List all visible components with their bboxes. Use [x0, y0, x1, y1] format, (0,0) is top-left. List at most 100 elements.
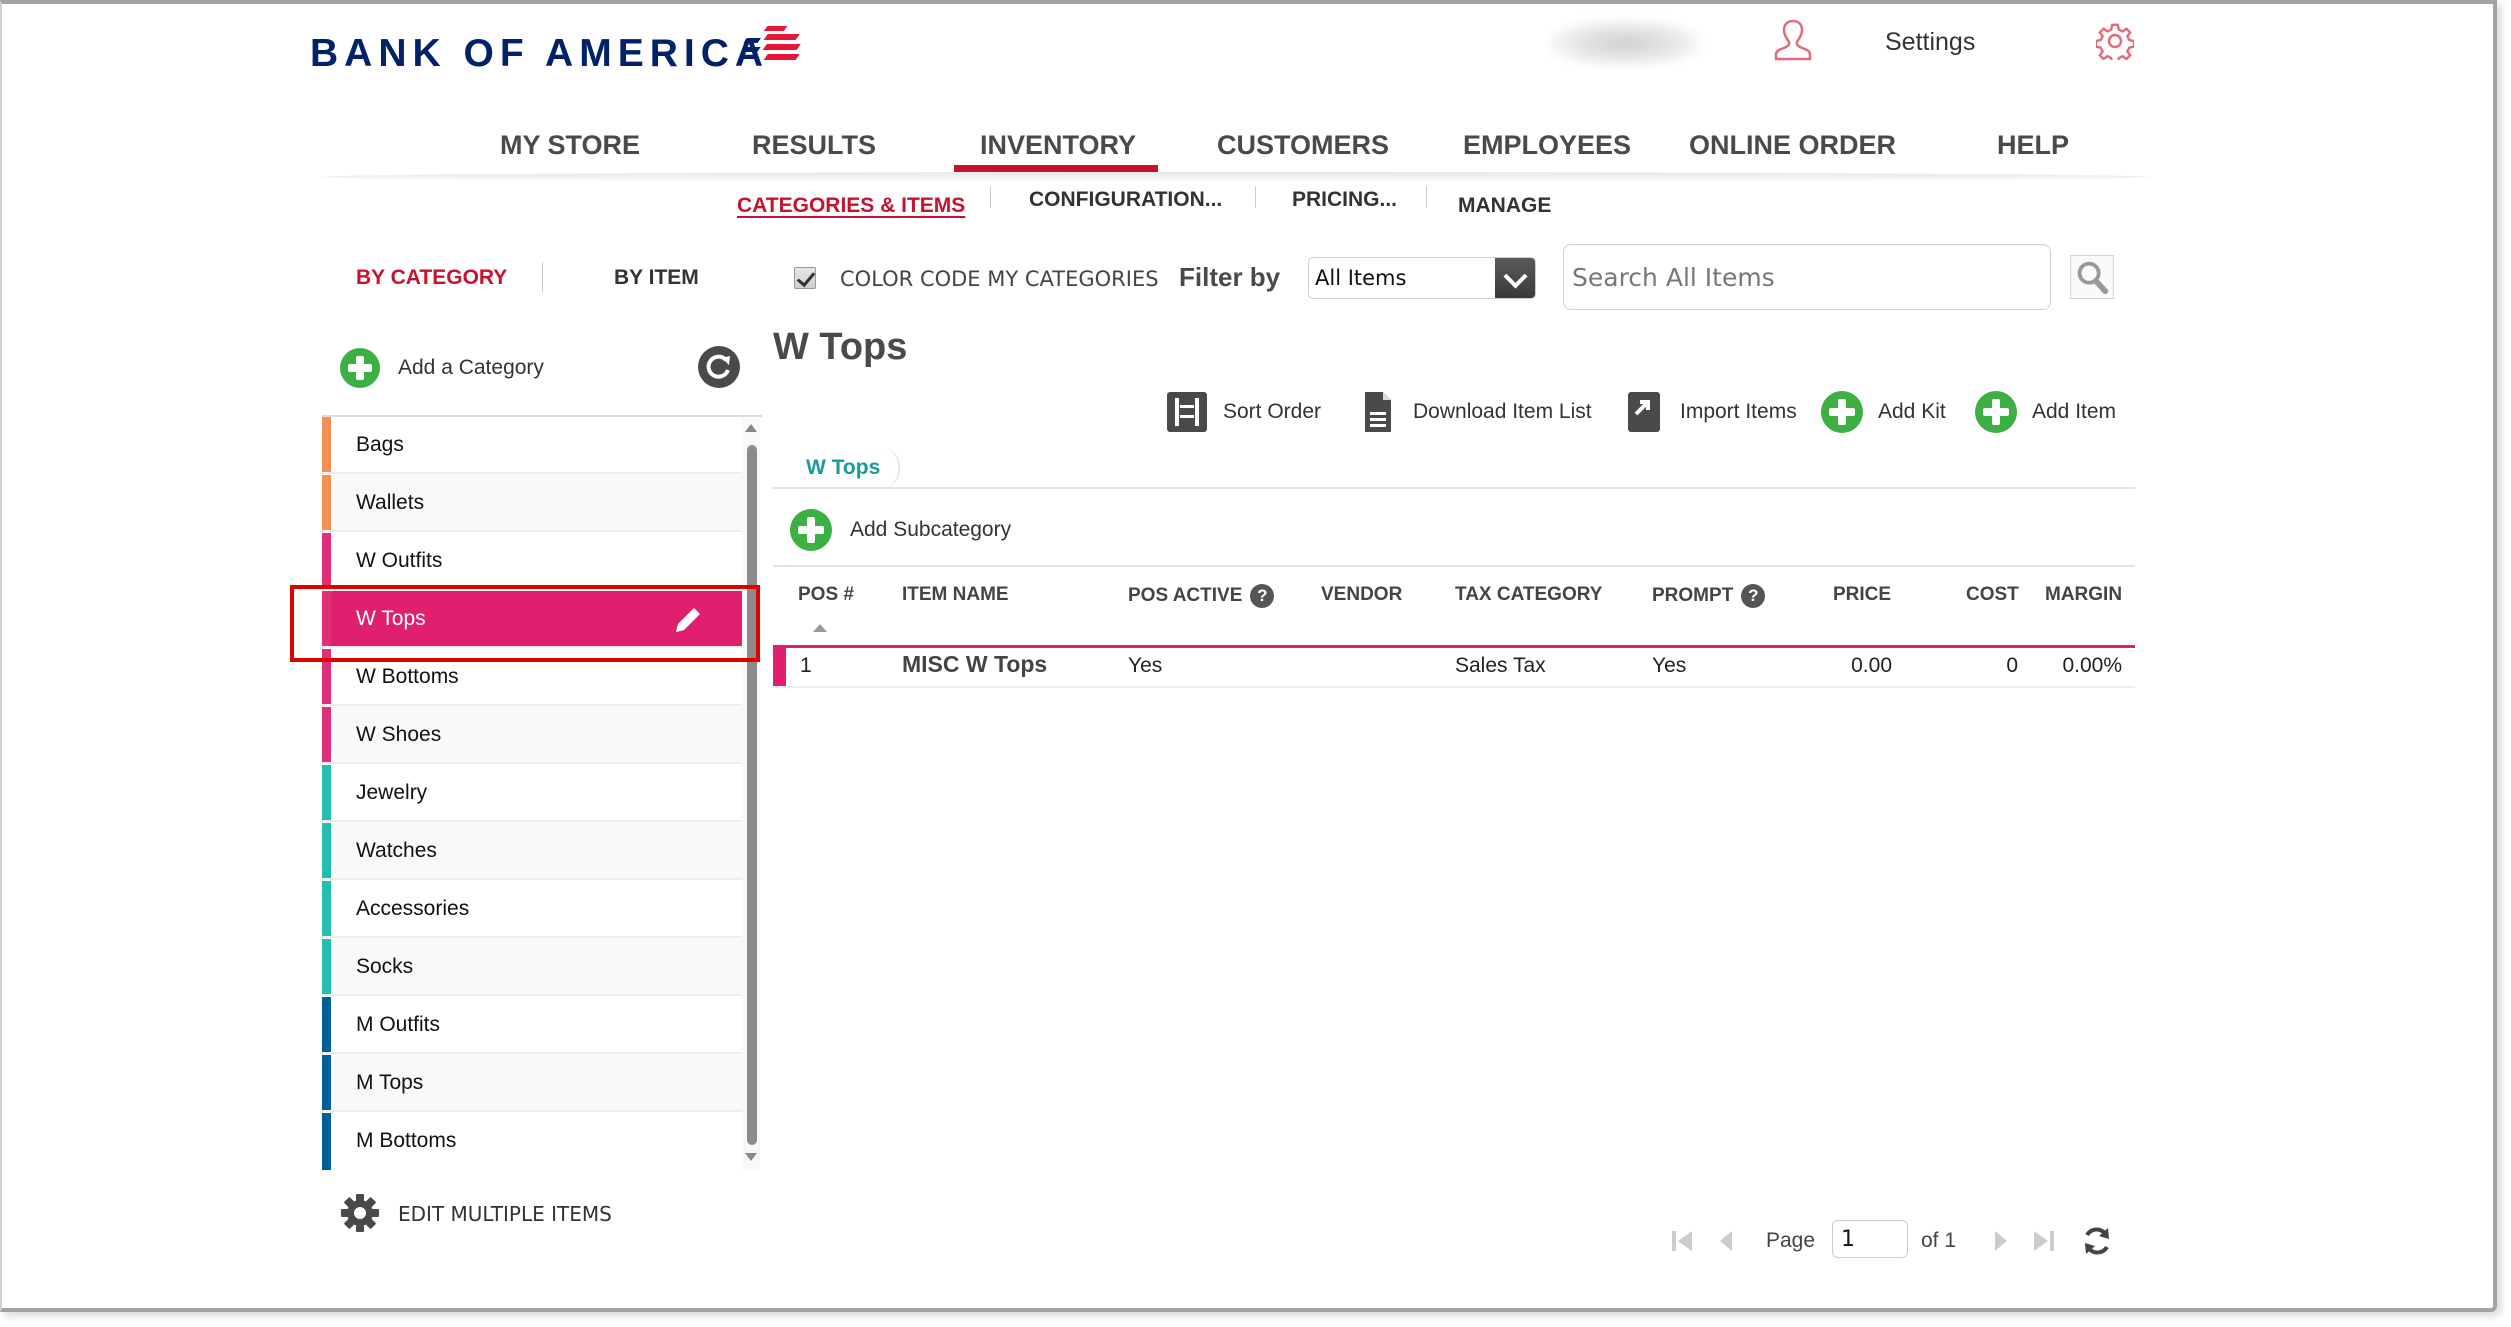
help-icon[interactable]: ?	[1741, 584, 1766, 608]
nav-customers[interactable]: CUSTOMERS	[1217, 130, 1389, 161]
column-header-label: COST	[1966, 584, 2019, 605]
column-header-item-name[interactable]: ITEM NAME	[902, 584, 1009, 606]
add-item-label: Add Item	[2032, 400, 2117, 423]
scrollbar-thumb[interactable]	[747, 445, 757, 1145]
cell-pos[interactable]: 1	[800, 654, 812, 678]
scroll-down-arrow-icon[interactable]	[745, 1153, 757, 1161]
import-arrow-icon	[1628, 392, 1660, 432]
color-code-checkbox[interactable]	[794, 267, 816, 289]
category-item[interactable]: M Outfits	[322, 997, 742, 1054]
help-icon[interactable]: ?	[1250, 584, 1275, 608]
subnav-manage[interactable]: MANAGE	[1458, 194, 1551, 218]
cell-prompt[interactable]: Yes	[1652, 654, 1686, 678]
column-header-vendor[interactable]: VENDOR	[1321, 584, 1402, 606]
first-page-icon[interactable]	[1668, 1226, 1698, 1256]
sort-order-button[interactable]: Sort Order	[1165, 392, 1321, 432]
download-item-list-label: Download Item List	[1413, 400, 1592, 423]
next-page-icon[interactable]	[1985, 1226, 2015, 1256]
add-subcategory-plus-icon[interactable]	[790, 509, 832, 551]
category-color-bar	[322, 417, 331, 472]
subnav-configuration[interactable]: CONFIGURATION...	[1029, 188, 1222, 212]
annotation-highlight-box	[290, 585, 760, 662]
column-header-tax-category[interactable]: TAX CATEGORY	[1455, 584, 1602, 606]
nav-results[interactable]: RESULTS	[752, 130, 876, 161]
import-items-button[interactable]: Import Items	[1622, 392, 1797, 432]
category-item[interactable]: Watches	[322, 823, 742, 880]
category-item[interactable]: M Bottoms	[322, 1113, 742, 1170]
column-header-price[interactable]: PRICE	[1833, 584, 1891, 606]
subnav-separator	[1255, 186, 1256, 208]
column-header-margin[interactable]: MARGIN	[2045, 584, 2122, 606]
category-list: Bags Wallets W Outfits W Tops W Bottoms …	[322, 415, 762, 1171]
nav-divider	[320, 172, 2150, 182]
page-total-label: of 1	[1921, 1229, 1957, 1252]
cell-price[interactable]: 0.00	[1800, 654, 1892, 678]
scroll-up-arrow-icon[interactable]	[745, 424, 757, 432]
search-input[interactable]	[1563, 244, 2051, 310]
download-item-list-button[interactable]: Download Item List	[1355, 392, 1592, 432]
category-item[interactable]: M Tops	[322, 1055, 742, 1112]
category-label: Watches	[356, 839, 437, 862]
column-header-cost[interactable]: COST	[1966, 584, 2019, 606]
refresh-icon[interactable]	[2080, 1224, 2114, 1258]
tab-separator	[542, 262, 543, 292]
previous-page-icon[interactable]	[1712, 1226, 1742, 1256]
cell-item-name[interactable]: MISC W Tops	[902, 651, 1047, 678]
column-header-label: MARGIN	[2045, 584, 2123, 605]
subnav-categories-items[interactable]: CATEGORIES & ITEMS	[737, 194, 965, 218]
cell-tax-category[interactable]: Sales Tax	[1455, 654, 1546, 678]
brand-logo-text: BANK OF AMERICA	[310, 32, 770, 75]
last-page-icon[interactable]	[2028, 1226, 2058, 1256]
page-number-input[interactable]	[1832, 1220, 1908, 1258]
nav-help[interactable]: HELP	[1997, 130, 2069, 161]
nav-employees[interactable]: EMPLOYEES	[1463, 130, 1631, 161]
gear-icon[interactable]	[340, 1193, 380, 1233]
nav-my-store[interactable]: MY STORE	[500, 130, 640, 161]
column-header-prompt[interactable]: PROMPT?	[1652, 584, 1766, 608]
column-header-pos-active[interactable]: POS ACTIVE?	[1128, 584, 1275, 608]
settings-link[interactable]: Settings	[1885, 28, 1975, 57]
category-item[interactable]: Socks	[322, 939, 742, 996]
sort-ascending-icon[interactable]	[813, 624, 827, 632]
nav-online-order[interactable]: ONLINE ORDER	[1689, 130, 1896, 161]
user-icon[interactable]	[1773, 18, 1813, 62]
user-name-blurred	[1550, 20, 1700, 66]
category-label: Bags	[356, 433, 404, 456]
breadcrumb-w-tops[interactable]: W Tops	[790, 448, 901, 488]
column-header-pos[interactable]: POS #	[798, 584, 854, 606]
cell-margin[interactable]: 0.00%	[2040, 654, 2122, 678]
category-item[interactable]: W Outfits	[322, 533, 742, 590]
filter-by-label: Filter by	[1179, 262, 1281, 292]
cell-pos-active[interactable]: Yes	[1128, 654, 1162, 678]
subnav-pricing[interactable]: PRICING...	[1292, 188, 1397, 212]
category-color-bar	[322, 707, 331, 762]
settings-gear-icon[interactable]	[2096, 22, 2134, 60]
edit-multiple-items-button[interactable]: EDIT MULTIPLE ITEMS	[398, 1202, 612, 1226]
search-button[interactable]	[2070, 255, 2114, 299]
add-category-plus-icon[interactable]	[340, 348, 380, 388]
nav-inventory[interactable]: INVENTORY	[980, 130, 1136, 161]
tab-by-category[interactable]: BY CATEGORY	[356, 266, 507, 290]
add-item-plus-icon	[1975, 391, 2017, 433]
category-color-bar	[322, 1055, 331, 1110]
chevron-down-icon[interactable]	[1495, 258, 1535, 298]
filter-dropdown[interactable]: All Items	[1308, 257, 1536, 299]
cell-cost[interactable]: 0	[1940, 654, 2018, 678]
column-header-label: PRICE	[1833, 584, 1892, 605]
category-color-bar	[322, 997, 331, 1052]
add-item-button[interactable]: Add Item	[1974, 391, 2117, 433]
category-item[interactable]: Wallets	[322, 475, 742, 532]
column-header-label: POS #	[798, 584, 854, 605]
category-item[interactable]: Bags	[322, 417, 742, 474]
add-kit-button[interactable]: Add Kit	[1820, 391, 1946, 433]
category-item[interactable]: W Shoes	[322, 707, 742, 764]
category-label: W Bottoms	[356, 665, 459, 688]
breadcrumb-divider	[773, 487, 2135, 489]
category-item[interactable]: Accessories	[322, 881, 742, 938]
color-code-label: COLOR CODE MY CATEGORIES	[840, 267, 1159, 291]
tab-by-item[interactable]: BY ITEM	[614, 266, 699, 290]
add-subcategory-button[interactable]: Add Subcategory	[850, 518, 1011, 542]
refresh-categories-icon[interactable]	[698, 346, 740, 388]
add-category-button[interactable]: Add a Category	[398, 356, 544, 380]
category-item[interactable]: Jewelry	[322, 765, 742, 822]
